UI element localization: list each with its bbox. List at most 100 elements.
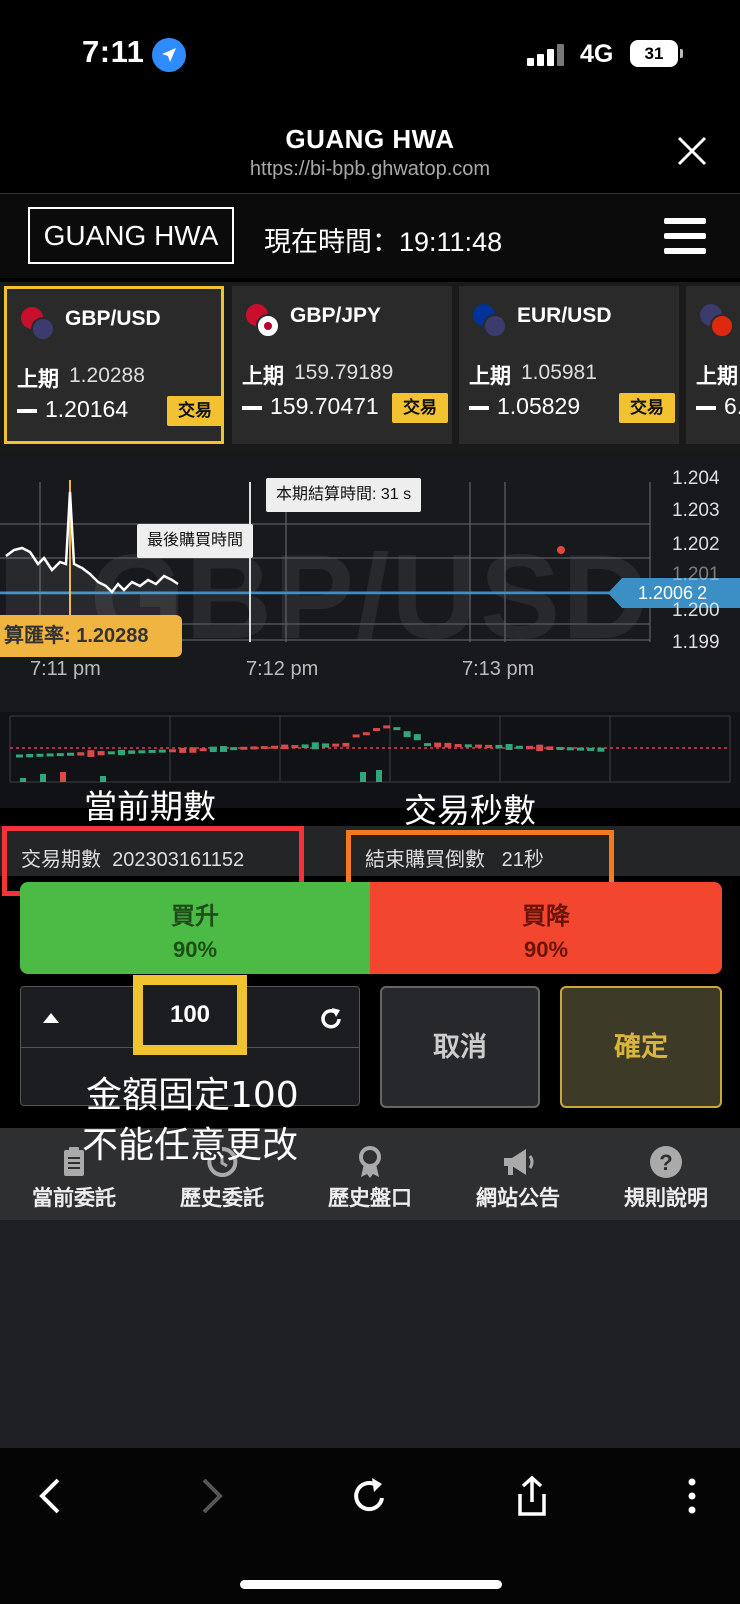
y-tick: 1.199 [672, 632, 720, 653]
candle [342, 742, 350, 747]
sell-label: 買降 [522, 903, 570, 930]
increase-amount-icon[interactable] [43, 1013, 59, 1023]
brand-logo[interactable]: GUANG HWA [28, 207, 234, 264]
settle-rate-tag: 算匯率: 1.20288 [0, 615, 182, 657]
prev-label: 上期 [242, 365, 284, 388]
candle [485, 744, 493, 748]
cancel-button[interactable]: 取消 [380, 986, 540, 1108]
period-label: 交易期數 [21, 849, 101, 871]
award-icon [352, 1144, 388, 1180]
tab-label: 當前委託 [32, 1187, 116, 1210]
trade-button[interactable]: 交易 [167, 396, 223, 426]
candle [464, 744, 472, 748]
current-value: 159.70471 [270, 393, 379, 419]
candle [566, 747, 574, 751]
tab-rules[interactable]: ? 規則說明 [592, 1128, 740, 1220]
pair-card-eur-usd[interactable]: EUR/USD 上期 1.05981 1.05829 交易 [459, 286, 679, 444]
candle [230, 747, 238, 751]
menu-icon[interactable] [664, 218, 706, 254]
candle [332, 743, 340, 747]
tab-announcements[interactable]: 網站公告 [444, 1128, 592, 1220]
tab-history-book[interactable]: 歷史盤口 [296, 1128, 444, 1220]
price-chart[interactable]: GBP/USD 本期結算時間: 31 s 最後購買時間 算匯率: 1.20288… [0, 452, 740, 712]
pair-card-usd-cnh[interactable]: 上期 6. [686, 286, 740, 444]
period-value: 202303161152 [112, 849, 245, 871]
y-tick: 1.202 [672, 534, 720, 555]
app-header: GUANG HWA 現在時間：19:11:48 [0, 194, 740, 278]
share-icon[interactable] [510, 1474, 554, 1518]
candle [56, 753, 64, 757]
candle [291, 745, 299, 749]
candle [515, 745, 523, 749]
current-time: 現在時間：19:11:48 [264, 227, 503, 257]
tab-label: 歷史盤口 [328, 1187, 412, 1210]
candle [536, 744, 544, 752]
current-value: 1.05829 [497, 393, 581, 419]
marker-dot [557, 546, 565, 554]
status-bar: 7:11 4G 31 [0, 0, 740, 110]
candle [138, 750, 146, 754]
prev-label: 上期 [17, 368, 59, 391]
candle [271, 745, 278, 749]
candles [16, 725, 605, 758]
annotation-amount-fixed: 金額固定100 [86, 1075, 299, 1116]
site-url[interactable]: https://bi-bpb.ghwatop.com [0, 158, 740, 181]
candle [240, 746, 248, 750]
buy-down-button[interactable]: 買降 90% [370, 882, 722, 974]
candle [454, 744, 462, 747]
us-cn-flag-icon [700, 304, 734, 338]
candle [67, 752, 74, 756]
amount-value[interactable]: 100 [133, 975, 247, 1055]
candle [587, 747, 595, 751]
x-tick: 7:13 pm [462, 658, 535, 680]
candle [475, 744, 482, 748]
svg-text:?: ? [659, 1150, 672, 1175]
candle [36, 753, 44, 757]
confirm-button[interactable]: 確定 [560, 986, 722, 1108]
candle [424, 743, 431, 747]
reset-amount-icon[interactable] [317, 1005, 345, 1033]
countdown-label: 結束購買倒數 [365, 849, 485, 871]
candle [260, 746, 268, 750]
candle [556, 747, 564, 750]
back-icon[interactable] [30, 1474, 74, 1518]
close-icon[interactable] [676, 135, 708, 167]
trade-button[interactable]: 交易 [392, 393, 448, 423]
buy-percent: 90% [172, 937, 218, 962]
candle [526, 745, 533, 750]
candle [281, 744, 289, 750]
candle [107, 751, 115, 755]
candle [577, 747, 584, 751]
pair-card-gbp-usd[interactable]: GBP/USD 上期 1.20288 1.20164 交易 [4, 286, 224, 444]
pair-name: GBP/JPY [290, 304, 382, 327]
last-buy-tooltip: 最後購買時間 [137, 524, 254, 558]
more-icon[interactable] [676, 1474, 720, 1518]
candle [77, 752, 85, 756]
prev-label: 上期 [696, 365, 738, 388]
buy-label: 買升 [171, 903, 219, 930]
candle [413, 734, 421, 741]
candle [169, 749, 176, 753]
candle [505, 744, 513, 750]
trend-flat-icon [242, 406, 262, 410]
candle [322, 743, 329, 748]
candle [209, 746, 217, 753]
y-tick: 1.203 [672, 500, 720, 521]
buy-up-button[interactable]: 買升 90% [20, 882, 370, 974]
site-title: GUANG HWA [285, 124, 455, 154]
reload-icon[interactable] [348, 1474, 392, 1518]
forward-icon[interactable] [188, 1474, 232, 1518]
y-tick: 1.200 [672, 600, 720, 621]
trade-button[interactable]: 交易 [619, 393, 675, 423]
tab-label: 網站公告 [476, 1187, 560, 1210]
settle-time-tooltip: 本期結算時間: 31 s [266, 478, 422, 512]
content-area [0, 1220, 740, 1448]
prev-value: 1.05981 [521, 361, 597, 384]
trend-flat-icon [469, 406, 489, 410]
tab-label: 規則說明 [624, 1187, 708, 1210]
candle [311, 742, 319, 750]
candle [301, 744, 309, 748]
annotation-amount-locked: 不能任意更改 [82, 1125, 299, 1166]
battery-tip [680, 49, 683, 58]
pair-card-gbp-jpy[interactable]: GBP/JPY 上期 159.79189 159.70471 交易 [232, 286, 452, 444]
